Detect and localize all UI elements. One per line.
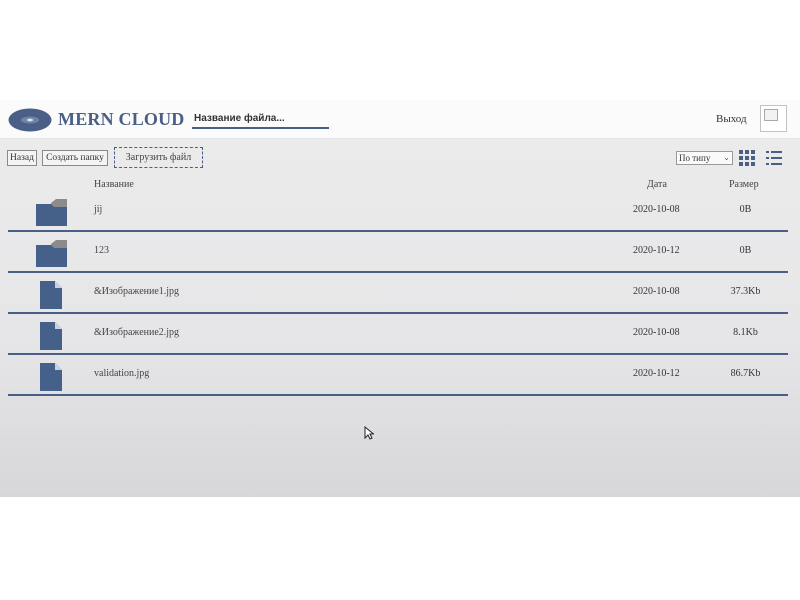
- file-date: 2020-10-08: [633, 327, 680, 338]
- file-name: &Изображение1.jpg: [94, 286, 180, 297]
- file-date: 2020-10-08: [633, 286, 680, 297]
- broken-image-icon: [764, 109, 778, 121]
- header-name[interactable]: Название: [94, 179, 134, 190]
- folder-icon: [36, 240, 67, 267]
- file-name: &Изображение2.jpg: [94, 327, 180, 338]
- file-date: 2020-10-08: [633, 204, 680, 215]
- file-date: 2020-10-12: [633, 368, 680, 379]
- search-input[interactable]: [192, 109, 329, 129]
- file-row-validation[interactable]: validation.jpg 2020-10-12 86.7Kb: [8, 355, 788, 396]
- brand-title: MERN CLOUD: [58, 109, 185, 129]
- cloud-logo-icon: [8, 108, 52, 132]
- folder-icon: [36, 199, 67, 226]
- file-size: 0B: [739, 245, 752, 256]
- navbar: MERN CLOUD Выход: [0, 100, 800, 139]
- file-size: 86.7Kb: [730, 368, 761, 379]
- grid-view-icon[interactable]: [739, 150, 755, 166]
- file-size: 37.3Kb: [730, 286, 761, 297]
- file-name: validation.jpg: [94, 368, 150, 379]
- file-row-image2[interactable]: &Изображение2.jpg 2020-10-08 8.1Kb: [8, 314, 788, 355]
- file-icon: [40, 322, 62, 350]
- file-row-123[interactable]: 123 2020-10-12 0B: [8, 232, 788, 273]
- app-window: MERN CLOUD Выход Назад Создать папку Заг…: [0, 100, 800, 497]
- sort-select[interactable]: По типу ⌄: [676, 151, 733, 165]
- avatar[interactable]: [760, 105, 787, 132]
- list-view-icon[interactable]: [766, 150, 782, 166]
- file-date: 2020-10-12: [633, 245, 680, 256]
- file-name: 123: [94, 245, 109, 256]
- file-name: jij: [94, 204, 103, 215]
- header-date[interactable]: Дата: [647, 179, 667, 190]
- back-button[interactable]: Назад: [7, 150, 37, 166]
- upload-file-button[interactable]: Загрузить файл: [114, 147, 203, 168]
- file-size: 0B: [739, 204, 752, 215]
- mouse-cursor-icon: [364, 426, 374, 440]
- logout-link[interactable]: Выход: [716, 113, 747, 125]
- create-folder-button[interactable]: Создать папку: [42, 150, 108, 166]
- chevron-down-icon: ⌄: [723, 153, 730, 162]
- sort-select-value: По типу: [679, 153, 711, 163]
- header-size[interactable]: Размер: [729, 179, 759, 190]
- file-row-jij[interactable]: jij 2020-10-08 0B: [8, 191, 788, 232]
- file-row-image1[interactable]: &Изображение1.jpg 2020-10-08 37.3Kb: [8, 273, 788, 314]
- file-icon: [40, 363, 62, 391]
- file-icon: [40, 281, 62, 309]
- file-size: 8.1Kb: [733, 327, 758, 338]
